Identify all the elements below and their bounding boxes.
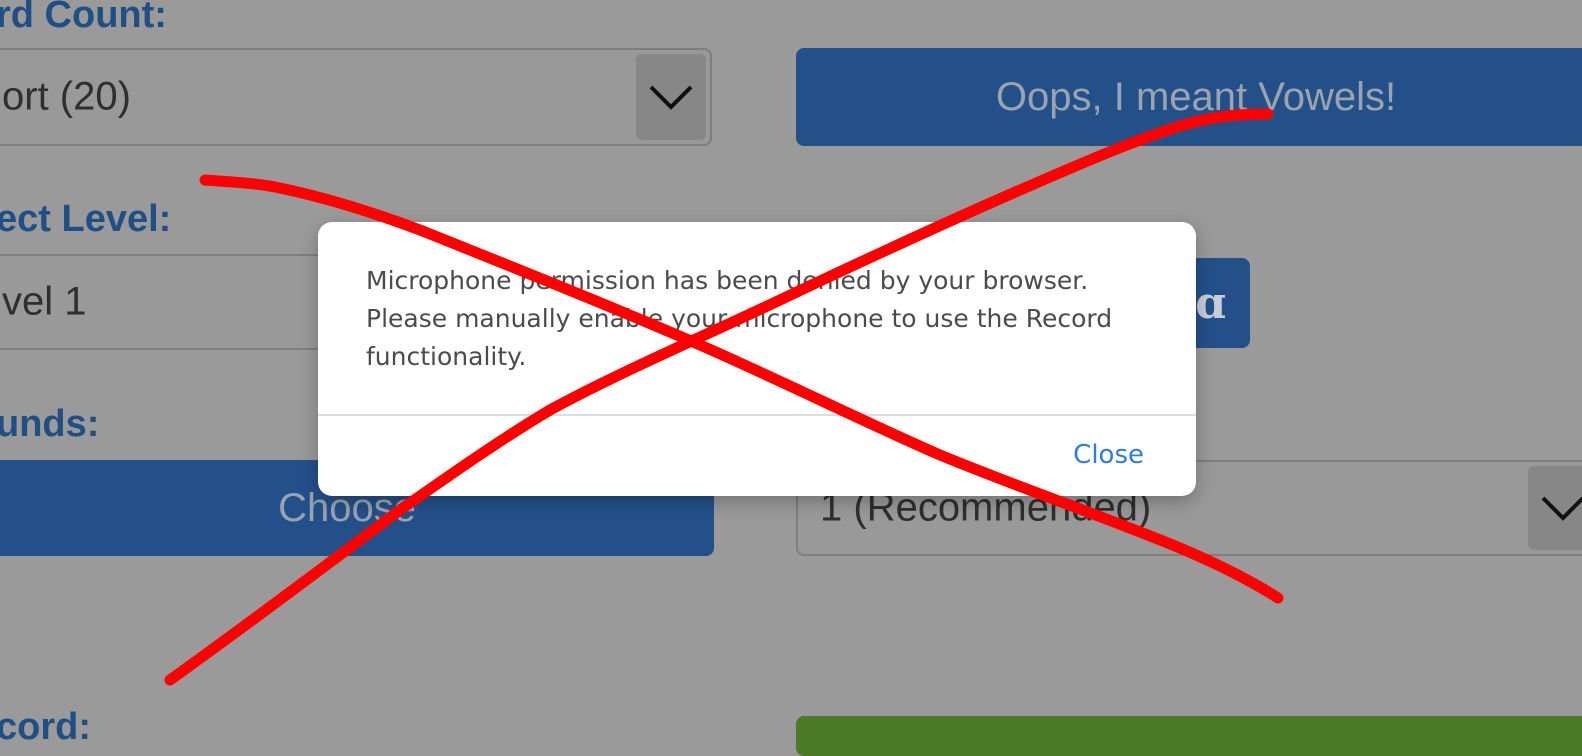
record-button[interactable] [796, 716, 1582, 756]
word-count-label: rd Count: [0, 0, 167, 36]
vowels-button[interactable]: Oops, I meant Vowels! [796, 48, 1582, 146]
sounds-label: unds: [0, 403, 100, 445]
chevron-down-icon[interactable] [636, 54, 706, 140]
chevron-down-icon[interactable] [1528, 466, 1582, 550]
close-button[interactable]: Close [1073, 440, 1144, 470]
select-level-label: ect Level: [0, 198, 172, 240]
record-label: cord: [0, 706, 91, 748]
word-count-select[interactable]: ort (20) [0, 48, 712, 146]
dialog-message: Microphone permission has been denied by… [366, 266, 1113, 371]
font-toggle-glyph: ɑ [1195, 277, 1226, 329]
level-value: vel 1 [2, 279, 87, 324]
dialog-divider [318, 414, 1196, 416]
microphone-permission-dialog: Microphone permission has been denied by… [318, 222, 1196, 496]
level-select[interactable]: vel 1 [0, 254, 340, 350]
word-count-value: ort (20) [2, 74, 131, 119]
